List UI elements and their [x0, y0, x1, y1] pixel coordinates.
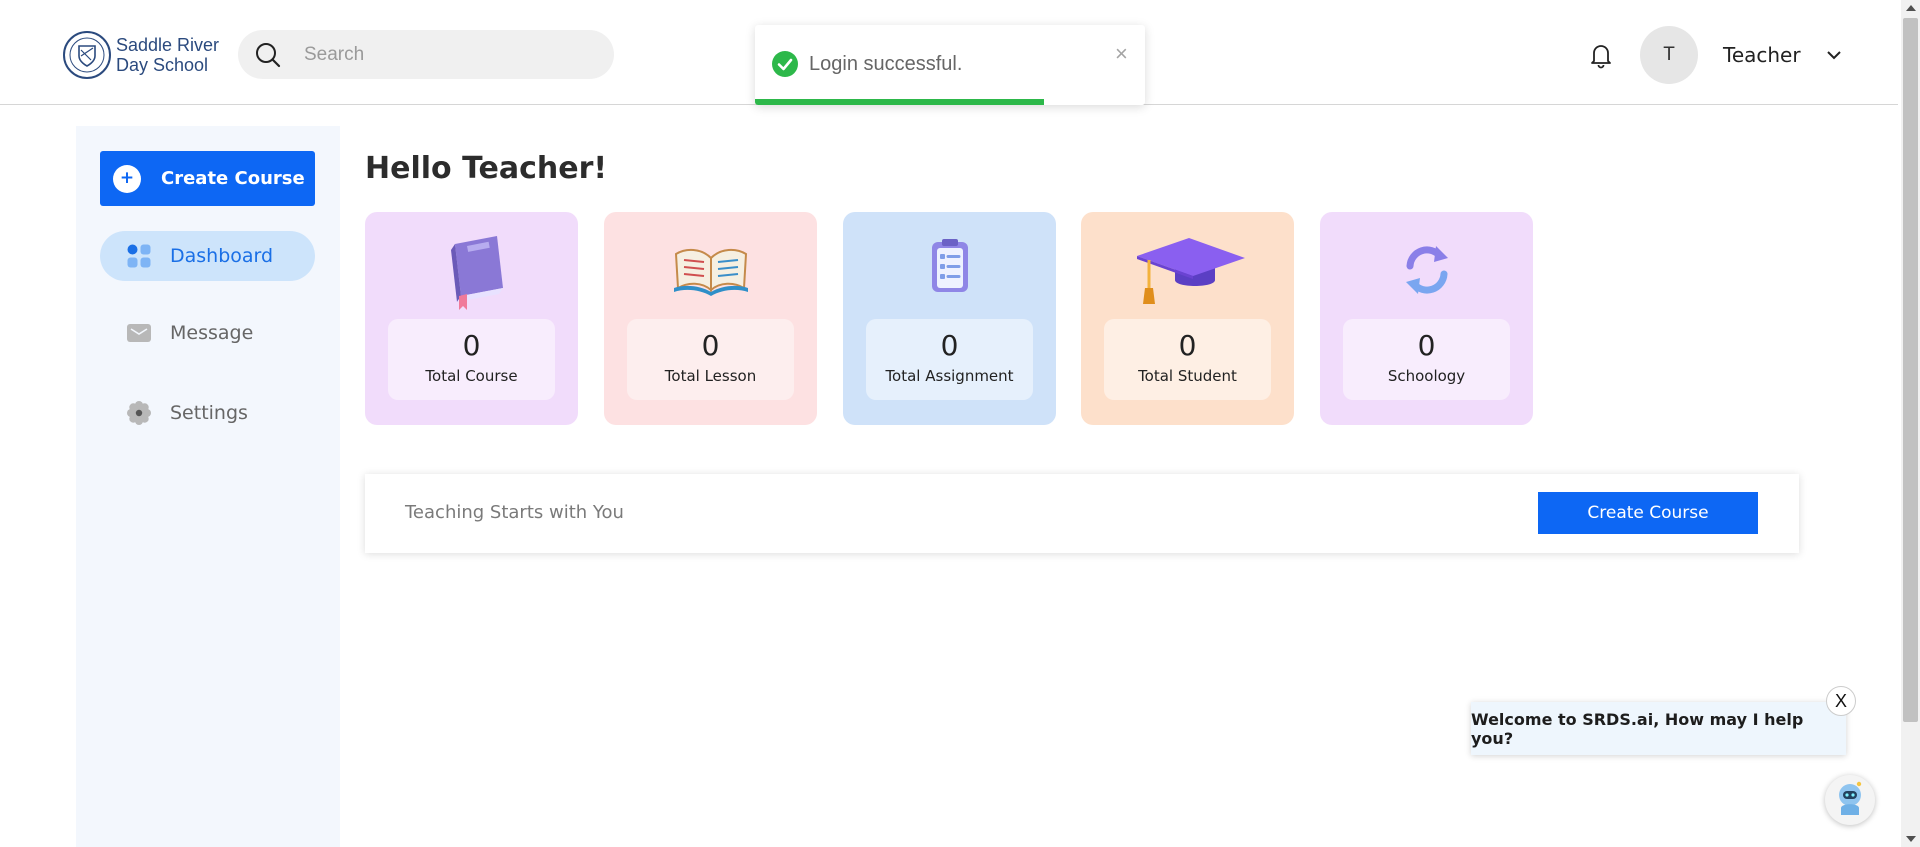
toast-close-button[interactable]: ×	[1115, 41, 1128, 67]
plus-icon: +	[113, 164, 141, 193]
school-name: Saddle River Day School	[116, 35, 219, 75]
stat-count: 0	[940, 329, 959, 362]
stat-card-inner: 0 Total Lesson	[627, 319, 794, 400]
scroll-up-arrow-icon[interactable]	[1906, 5, 1916, 11]
book-icon	[450, 236, 503, 310]
stat-card-inner: 0 Total Assignment	[866, 319, 1033, 400]
page-title: Hello Teacher!	[365, 151, 608, 186]
sidebar: + Create Course Dashboard Message Settin…	[76, 126, 340, 847]
toast-message: Login successful.	[809, 53, 963, 75]
stat-card-inner: 0 Schoology	[1343, 319, 1510, 400]
stat-count: 0	[1178, 329, 1197, 362]
stat-label: Total Course	[425, 367, 518, 385]
clipboard-icon	[931, 239, 968, 292]
robot-icon	[1839, 781, 1862, 815]
notification-bell-icon[interactable]	[1586, 40, 1616, 70]
page-scrollbar[interactable]	[1901, 0, 1920, 847]
chat-welcome-text: Welcome to SRDS.ai, How may I help you?	[1471, 709, 1804, 748]
stat-card-total-lesson[interactable]: 0 Total Lesson	[604, 212, 817, 425]
stat-card-total-course[interactable]: 0 Total Course	[365, 212, 578, 425]
create-course-button[interactable]: Create Course	[1538, 492, 1758, 534]
check-circle-icon	[772, 51, 798, 77]
sidebar-item-settings[interactable]: Settings	[100, 388, 315, 438]
create-course-banner: Teaching Starts with You Create Course	[365, 474, 1799, 553]
search-input[interactable]	[304, 43, 584, 66]
envelope-icon	[127, 324, 151, 342]
chat-welcome-bubble[interactable]: Welcome to SRDS.ai, How may I help you?	[1471, 702, 1846, 755]
stat-label: Total Student	[1138, 367, 1237, 385]
stat-label: Total Assignment	[885, 367, 1014, 385]
search-bar[interactable]	[238, 30, 614, 79]
create-course-label: Create Course	[161, 168, 305, 189]
banner-text: Teaching Starts with You	[405, 502, 624, 523]
avatar[interactable]: T	[1640, 26, 1698, 84]
school-logo[interactable]: Saddle River Day School	[62, 30, 219, 80]
sidebar-item-label: Dashboard	[170, 245, 274, 267]
stat-card-schoology[interactable]: 0 Schoology	[1320, 212, 1533, 425]
sidebar-item-dashboard[interactable]: Dashboard	[100, 231, 315, 281]
stat-card-inner: 0 Total Course	[388, 319, 555, 400]
avatar-initial: T	[1663, 44, 1675, 65]
chat-close-button[interactable]: X	[1826, 686, 1856, 716]
sidebar-create-course-button[interactable]: + Create Course	[100, 151, 315, 206]
stat-count: 0	[1417, 329, 1436, 362]
sidebar-item-label: Message	[170, 322, 254, 344]
sidebar-item-label: Settings	[170, 402, 248, 424]
chevron-down-icon[interactable]	[1825, 46, 1843, 64]
scroll-down-arrow-icon[interactable]	[1906, 836, 1916, 842]
stat-card-total-assignment[interactable]: 0 Total Assignment	[843, 212, 1056, 425]
user-name[interactable]: Teacher	[1723, 43, 1801, 67]
school-name-line2: Day School	[116, 55, 209, 75]
toast-progress-bar	[755, 99, 1044, 105]
scrollbar-thumb[interactable]	[1903, 18, 1918, 722]
chat-close-label: X	[1834, 690, 1847, 711]
school-name-line1: Saddle River	[116, 35, 220, 55]
login-toast: Login successful. ×	[755, 25, 1145, 105]
stat-count: 0	[701, 329, 720, 362]
school-seal-icon	[63, 31, 111, 79]
chatbot-launcher-button[interactable]	[1825, 775, 1875, 825]
stat-count: 0	[462, 329, 481, 362]
graduation-cap-icon	[1136, 238, 1245, 304]
dashboard-grid-icon	[127, 244, 151, 268]
stat-card-inner: 0 Total Student	[1104, 319, 1271, 400]
search-icon	[256, 42, 281, 67]
sync-icon	[1405, 246, 1448, 294]
stat-label: Total Lesson	[664, 367, 757, 385]
sidebar-item-message[interactable]: Message	[100, 308, 315, 358]
stat-card-total-student[interactable]: 0 Total Student	[1081, 212, 1294, 425]
gear-icon	[127, 401, 151, 425]
stat-label: Schoology	[1387, 367, 1466, 385]
open-book-icon	[673, 248, 748, 296]
